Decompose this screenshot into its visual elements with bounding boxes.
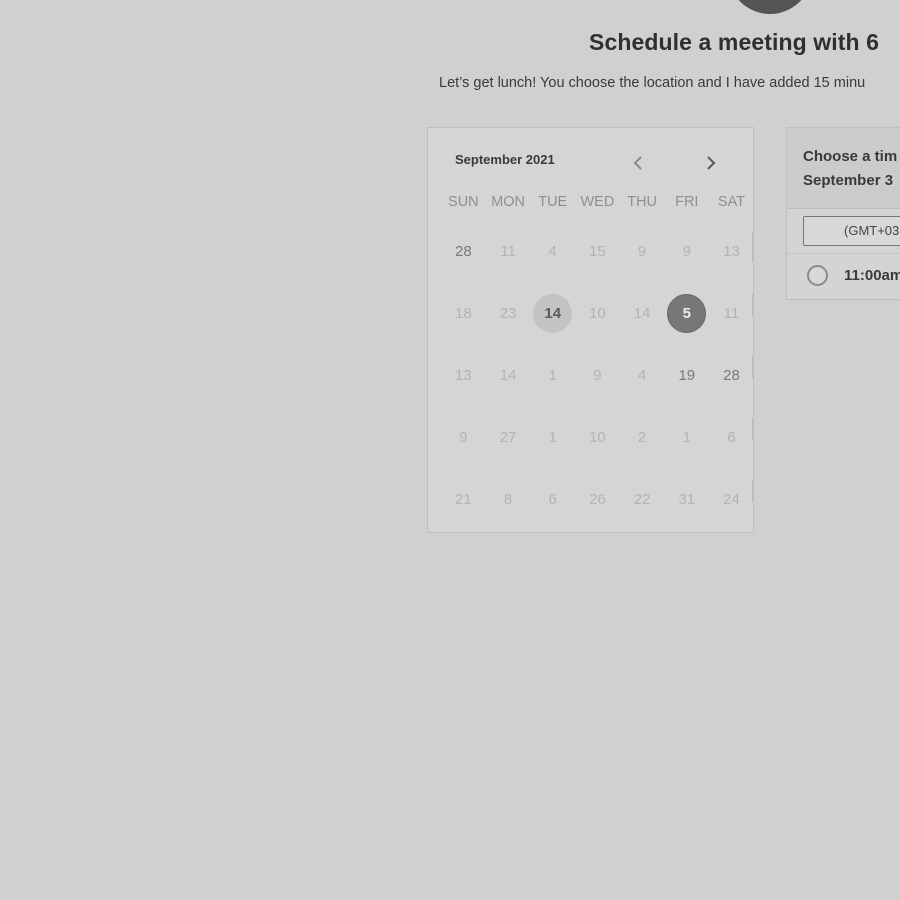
weekday-label: WED bbox=[580, 194, 615, 210]
calendar-day[interactable]: 28 bbox=[709, 356, 754, 394]
calendar-day[interactable]: 2 bbox=[620, 418, 665, 456]
divider bbox=[787, 253, 900, 254]
calendar-day[interactable]: 9 bbox=[575, 356, 620, 394]
page-title: Schedule a meeting with 6 bbox=[589, 29, 880, 55]
calendar-day[interactable]: 11 bbox=[486, 232, 531, 270]
calendar-day[interactable]: 28 bbox=[441, 232, 486, 270]
chevron-left-icon bbox=[633, 156, 642, 170]
weekday-label: FRI bbox=[675, 194, 699, 210]
weekday-label: THU bbox=[627, 194, 657, 210]
calendar-day[interactable]: 23 bbox=[486, 294, 531, 332]
calendar-day[interactable]: 10 bbox=[575, 294, 620, 332]
calendar-day[interactable]: 21 bbox=[441, 480, 486, 518]
calendar-day[interactable]: 4 bbox=[530, 232, 575, 270]
calendar-day[interactable]: 6 bbox=[709, 418, 754, 456]
calendar-day[interactable]: 1 bbox=[664, 418, 709, 456]
calendar-day[interactable]: 18 bbox=[441, 294, 486, 332]
calendar-day[interactable]: 13 bbox=[709, 232, 754, 270]
scheduler-page: Schedule a meeting with 6 Let’s get lunc… bbox=[0, 0, 900, 900]
selected-date-label: September 3 bbox=[803, 172, 894, 189]
calendar-day[interactable]: 31 bbox=[664, 480, 709, 518]
calendar-day[interactable]: 27 bbox=[486, 418, 531, 456]
time-panel-header: Choose a tim September 3 bbox=[787, 128, 900, 209]
chevron-right-icon bbox=[707, 156, 716, 170]
calendar-day[interactable]: 24 bbox=[709, 480, 754, 518]
calendar-day-today[interactable]: 14 bbox=[530, 293, 575, 333]
weekday-label: MON bbox=[491, 194, 525, 210]
time-slot-panel: Choose a tim September 3 (GMT+03 11:00am bbox=[786, 127, 900, 300]
calendar-day[interactable]: 9 bbox=[441, 418, 486, 456]
calendar-day[interactable]: 13 bbox=[441, 356, 486, 394]
calendar-day[interactable]: 1 bbox=[530, 356, 575, 394]
calendar-day[interactable]: 14 bbox=[620, 294, 665, 332]
previous-month-button[interactable] bbox=[627, 152, 649, 174]
calendar-day[interactable]: 9 bbox=[620, 232, 665, 270]
calendar-day[interactable]: 4 bbox=[620, 356, 665, 394]
meeting-description: Let’s get lunch! You choose the location… bbox=[439, 75, 866, 91]
calendar-edge-marks bbox=[752, 232, 754, 502]
calendar-day[interactable]: 6 bbox=[530, 480, 575, 518]
weekday-label: SUN bbox=[448, 194, 479, 210]
calendar-month-label: September 2021 bbox=[455, 152, 555, 167]
calendar-day[interactable]: 19 bbox=[664, 356, 709, 394]
calendar-card: September 2021 SUN MON TUE WED THU FRI S… bbox=[427, 127, 754, 533]
next-month-button[interactable] bbox=[700, 152, 722, 174]
calendar-day[interactable]: 10 bbox=[575, 418, 620, 456]
weekday-label: SAT bbox=[717, 194, 746, 210]
calendar-day[interactable]: 14 bbox=[486, 356, 531, 394]
calendar-day[interactable]: 9 bbox=[664, 232, 709, 270]
timezone-select[interactable]: (GMT+03 bbox=[803, 216, 900, 246]
calendar-day-selected[interactable]: 5 bbox=[664, 293, 709, 333]
calendar-day[interactable]: 15 bbox=[575, 232, 620, 270]
time-slot-option[interactable]: 11:00am bbox=[807, 265, 900, 286]
calendar-day[interactable]: 22 bbox=[620, 480, 665, 518]
time-slot-label: 11:00am bbox=[844, 267, 900, 284]
time-panel-title: Choose a tim bbox=[803, 148, 898, 165]
calendar-day[interactable]: 1 bbox=[530, 418, 575, 456]
weekday-label: TUE bbox=[538, 194, 568, 210]
radio-button[interactable] bbox=[807, 265, 828, 286]
calendar-day[interactable]: 11 bbox=[709, 294, 754, 332]
calendar-day-grid: 28 11 4 15 9 9 13 18 23 14 10 14 5 11 13… bbox=[441, 232, 754, 542]
weekday-header: SUN MON TUE WED THU FRI SAT bbox=[441, 194, 754, 210]
calendar-day[interactable]: 26 bbox=[575, 480, 620, 518]
avatar bbox=[728, 0, 812, 14]
calendar-day[interactable]: 8 bbox=[486, 480, 531, 518]
